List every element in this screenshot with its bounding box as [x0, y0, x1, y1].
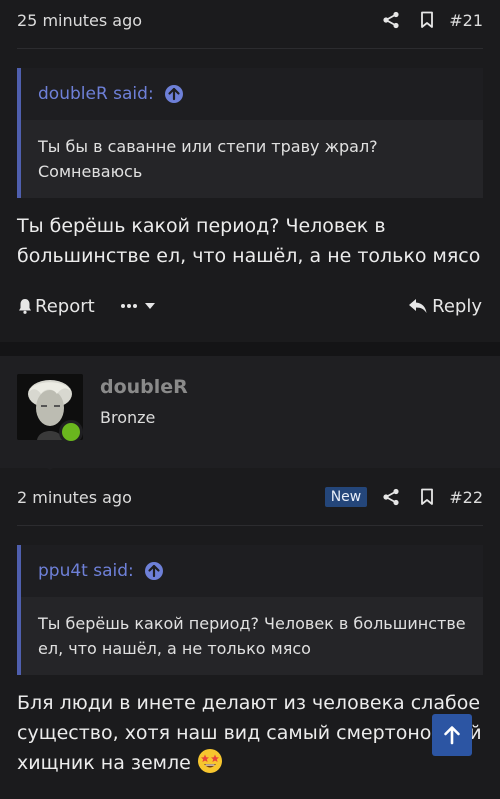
arrow-up-icon [444, 726, 460, 745]
share-icon[interactable] [373, 482, 409, 512]
more-options-button[interactable] [119, 300, 159, 312]
scroll-to-top-button[interactable] [432, 714, 472, 756]
post-timestamp[interactable]: 25 minutes ago [17, 11, 373, 30]
star-struck-emoji-icon [197, 749, 222, 773]
bookmark-icon[interactable] [409, 482, 445, 512]
quote-text: Ты бы в саванне или степи траву жрал? Со… [21, 120, 483, 198]
quote-author[interactable]: ppu4t said: [38, 561, 134, 581]
divider [17, 525, 483, 526]
quote-text: Ты берёшь какой период? Человек в больши… [21, 597, 483, 675]
post-21-header: 25 minutes ago #21 [0, 0, 500, 40]
more-dots-icon [120, 303, 155, 309]
post-body: Бля люди в инете делают из человека слаб… [17, 688, 486, 778]
post-number[interactable]: #21 [449, 11, 483, 30]
quote-author[interactable]: doubleR said: [38, 84, 154, 104]
post-body: Ты берёшь какой период? Человек в больши… [17, 215, 481, 267]
new-badge: New [324, 487, 368, 507]
post-actions: Report Reply [0, 286, 500, 326]
arrow-up-circle-icon[interactable] [164, 84, 184, 104]
quote-block: ppu4t said: Ты берёшь какой период? Чело… [17, 545, 483, 675]
report-button[interactable]: Report [18, 296, 95, 317]
quote-header[interactable]: ppu4t said: [21, 545, 483, 597]
quote-block: doubleR said: Ты бы в саванне или степи … [17, 68, 483, 198]
post-timestamp[interactable]: 2 minutes ago [17, 488, 325, 507]
reply-label: Reply [432, 295, 482, 317]
reply-button[interactable]: Reply [408, 296, 482, 317]
bell-icon [19, 299, 31, 314]
post-22-header: 2 minutes ago New #22 [0, 477, 500, 517]
bookmark-icon[interactable] [409, 5, 445, 35]
quote-header[interactable]: doubleR said: [21, 68, 483, 120]
user-rank: Bronze [100, 408, 156, 427]
arrow-up-circle-icon[interactable] [144, 561, 164, 581]
post-separator [0, 342, 500, 356]
user-block-pointer [34, 458, 66, 470]
divider [17, 48, 483, 49]
reply-icon [409, 299, 427, 313]
user-info: doubleR Bronze [0, 356, 500, 468]
report-label: Report [35, 295, 95, 317]
post-body-text: Бля люди в инете делают из человека слаб… [17, 692, 482, 774]
online-status-indicator [59, 420, 83, 444]
share-icon[interactable] [373, 5, 409, 35]
username[interactable]: doubleR [100, 376, 188, 398]
post-number[interactable]: #22 [449, 488, 483, 507]
